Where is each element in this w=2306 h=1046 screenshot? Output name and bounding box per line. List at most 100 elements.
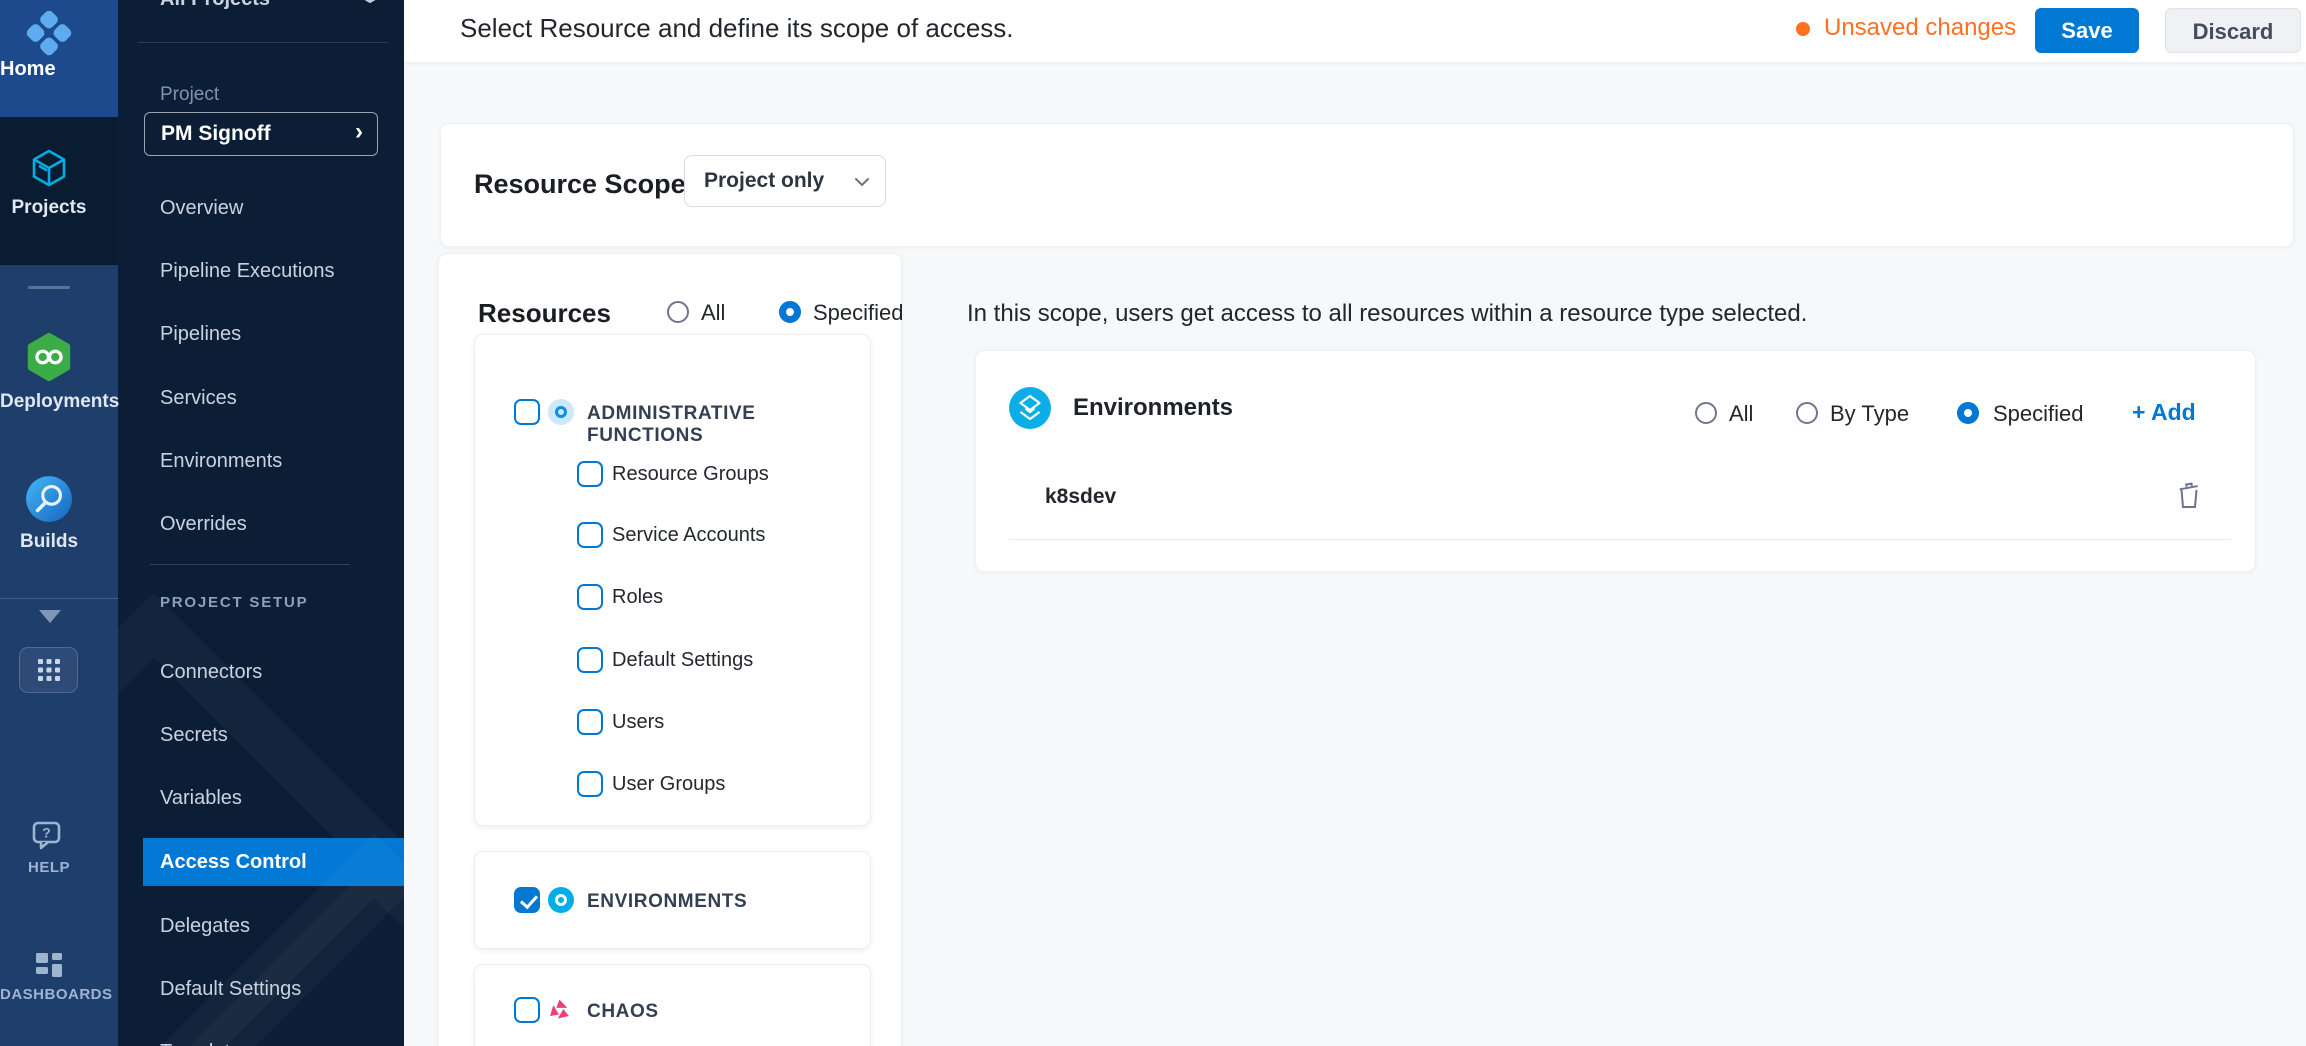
admin-functions-label: ADMINISTRATIVE FUNCTIONS: [587, 403, 870, 447]
project-name: PM Signoff: [161, 122, 271, 146]
sidebar-item-variables[interactable]: Variables: [118, 776, 404, 820]
builds-icon: [24, 474, 74, 524]
chevron-right-icon: ›: [355, 118, 363, 146]
sidebar-item-delegates[interactable]: Delegates: [118, 904, 404, 948]
module-rail: Home Projects Deployments: [0, 0, 118, 1046]
project-sidebar: All Projects Project PM Signoff › Overvi…: [118, 0, 404, 1046]
sidebar-top-row[interactable]: All Projects: [118, 0, 404, 16]
sidebar-item-services[interactable]: Services: [118, 376, 404, 420]
resources-radio-all[interactable]: [667, 301, 689, 323]
header-message: Select Resource and define its scope of …: [460, 13, 1014, 44]
resource-scope-dropdown[interactable]: Project only: [684, 155, 886, 207]
rail-label-builds: Builds: [0, 531, 98, 553]
resource-scope-title: Resource Scope: [474, 169, 686, 200]
sidebar-item-templates[interactable]: Templates: [118, 1030, 404, 1046]
rail-label-projects: Projects: [0, 197, 98, 219]
deployments-icon: [22, 330, 76, 384]
roles-checkbox[interactable]: [577, 584, 603, 610]
projects-cube-icon: [27, 146, 71, 190]
apps-grid-icon: [37, 658, 61, 682]
project-label: Project: [160, 84, 219, 106]
resources-radio-specified-label[interactable]: Specified: [813, 300, 904, 326]
chaos-checkbox[interactable]: [514, 997, 540, 1023]
sidebar-item-access-control[interactable]: Access Control: [143, 838, 404, 886]
add-environment-button[interactable]: + Add: [2132, 399, 2196, 426]
users-checkbox[interactable]: [577, 709, 603, 735]
resource-scope-value: Project only: [704, 169, 824, 193]
dashboards-icon: [34, 950, 64, 980]
project-cube-icon: [352, 0, 388, 6]
resources-radio-specified[interactable]: [779, 301, 801, 323]
admin-functions-checkbox[interactable]: [514, 399, 540, 425]
rail-label-home: Home: [0, 58, 98, 81]
rail-divider: [28, 286, 70, 289]
roles-label: Roles: [612, 586, 663, 609]
resource-groups-checkbox[interactable]: [577, 461, 603, 487]
sidebar-divider: [150, 564, 350, 565]
sidebar-item-connectors[interactable]: Connectors: [118, 650, 404, 694]
resources-panel: Resources All Specified ADMINISTRATIVE F…: [438, 253, 902, 1046]
env-radio-all-label[interactable]: All: [1729, 401, 1753, 427]
users-label: Users: [612, 711, 664, 734]
default-settings-checkbox[interactable]: [577, 647, 603, 673]
sidebar-item-overrides[interactable]: Overrides: [118, 502, 404, 546]
environments-checkbox[interactable]: [514, 887, 540, 913]
scope-note: In this scope, users get access to all r…: [967, 300, 1807, 328]
chaos-icon: [546, 997, 573, 1024]
env-radio-specified-label[interactable]: Specified: [1993, 401, 2084, 427]
unsaved-changes-label: Unsaved changes: [1824, 14, 2016, 42]
save-button[interactable]: Save: [2035, 8, 2139, 53]
environment-item-k8sdev: k8sdev: [1045, 485, 1116, 509]
page-header: Select Resource and define its scope of …: [404, 0, 2306, 62]
env-radio-by-type-label[interactable]: By Type: [1830, 401, 1909, 427]
chaos-group-card: CHAOS: [474, 964, 871, 1046]
environments-circle-icon: [1009, 387, 1051, 429]
rail-item-dashboards[interactable]: DASHBOARDS: [0, 950, 98, 1003]
env-radio-specified[interactable]: [1957, 402, 1979, 424]
rail-item-projects[interactable]: Projects: [0, 146, 98, 219]
user-groups-label: User Groups: [612, 773, 725, 796]
delete-trash-icon[interactable]: [2176, 481, 2202, 511]
admin-functions-card: ADMINISTRATIVE FUNCTIONS Resource Groups…: [474, 334, 871, 826]
rail-section-divider: [0, 598, 118, 599]
discard-button[interactable]: Discard: [2165, 8, 2301, 53]
sidebar-item-default-settings[interactable]: Default Settings: [118, 967, 404, 1011]
rail-label-help: HELP: [0, 859, 98, 876]
service-accounts-label: Service Accounts: [612, 524, 765, 547]
env-radio-all[interactable]: [1695, 402, 1717, 424]
all-projects-link[interactable]: All Projects: [160, 0, 270, 11]
svg-text:?: ?: [42, 825, 51, 841]
resources-radio-all-label[interactable]: All: [701, 300, 725, 326]
resource-scope-card: Resource Scope Project only: [440, 123, 2294, 247]
sidebar-item-pipelines[interactable]: Pipelines: [118, 312, 404, 356]
sidebar-divider: [138, 42, 388, 43]
apps-grid-button[interactable]: [19, 647, 78, 693]
rail-item-deployments[interactable]: Deployments: [0, 330, 98, 413]
harness-logo-icon: [26, 10, 72, 56]
unsaved-dot-icon: [1796, 22, 1810, 36]
rail-item-builds[interactable]: Builds: [0, 474, 98, 553]
env-radio-by-type[interactable]: [1796, 402, 1818, 424]
environments-group-label: ENVIRONMENTS: [587, 891, 747, 913]
help-chat-icon: ?: [31, 820, 67, 852]
environments-card-title: Environments: [1073, 394, 1233, 422]
sidebar-item-pipeline-executions[interactable]: Pipeline Executions: [118, 249, 404, 293]
collapse-chevron-icon[interactable]: [39, 610, 61, 623]
environments-glyph-icon: [1009, 387, 1051, 429]
environments-icon: [548, 887, 574, 913]
admin-functions-icon: [548, 399, 574, 425]
rail-label-dashboards: DASHBOARDS: [0, 986, 98, 1003]
row-divider: [1009, 539, 2231, 540]
chevron-down-icon: [854, 177, 870, 187]
user-groups-checkbox[interactable]: [577, 771, 603, 797]
rail-label-deployments: Deployments: [0, 391, 98, 413]
app-window: Home Projects Deployments: [0, 0, 2306, 1046]
rail-item-home[interactable]: Home: [0, 0, 118, 117]
service-accounts-checkbox[interactable]: [577, 522, 603, 548]
resource-groups-label: Resource Groups: [612, 463, 769, 486]
sidebar-item-overview[interactable]: Overview: [118, 186, 404, 230]
project-selector[interactable]: PM Signoff ›: [144, 112, 378, 156]
sidebar-item-environments[interactable]: Environments: [118, 439, 404, 483]
rail-item-help[interactable]: ? HELP: [0, 820, 98, 876]
sidebar-item-secrets[interactable]: Secrets: [118, 713, 404, 757]
